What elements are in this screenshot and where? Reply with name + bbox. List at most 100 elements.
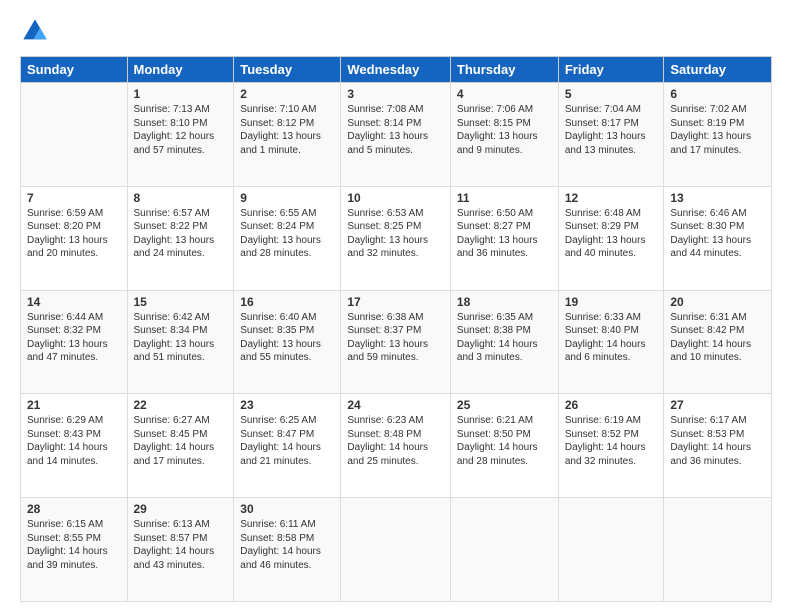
calendar-cell: 10 Sunrise: 6:53 AMSunset: 8:25 PMDayligh… — [341, 186, 451, 290]
calendar-week-row: 28 Sunrise: 6:15 AMSunset: 8:55 PMDayligh… — [21, 498, 772, 602]
calendar-table: SundayMondayTuesdayWednesdayThursdayFrid… — [20, 56, 772, 602]
logo-icon — [20, 16, 50, 46]
date-number: 3 — [347, 87, 444, 101]
calendar-cell: 18 Sunrise: 6:35 AMSunset: 8:38 PMDayligh… — [450, 290, 558, 394]
cell-info: Sunrise: 6:13 AMSunset: 8:57 PMDaylight:… — [134, 518, 228, 572]
date-number: 12 — [565, 191, 658, 205]
calendar-week-row: 7 Sunrise: 6:59 AMSunset: 8:20 PMDaylight… — [21, 186, 772, 290]
cell-info: Sunrise: 7:04 AMSunset: 8:17 PMDaylight:… — [565, 103, 658, 157]
calendar-cell: 11Sunrise: 6:50 AMSunset: 8:27 PMDayligh… — [450, 186, 558, 290]
date-number: 13 — [670, 191, 765, 205]
calendar-week-row: 14Sunrise: 6:44 AMSunset: 8:32 PMDayligh… — [21, 290, 772, 394]
cell-info: Sunrise: 6:46 AMSunset: 8:30 PMDaylight:… — [670, 207, 765, 261]
date-number: 19 — [565, 295, 658, 309]
calendar-cell: 28 Sunrise: 6:15 AMSunset: 8:55 PMDayligh… — [21, 498, 128, 602]
date-number: 2 — [240, 87, 334, 101]
cell-info: Sunrise: 7:10 AMSunset: 8:12 PMDaylight:… — [240, 103, 334, 157]
cell-info: Sunrise: 6:53 AMSunset: 8:25 PMDaylight:… — [347, 207, 444, 261]
date-number: 28 — [27, 502, 121, 516]
day-header: Tuesday — [234, 57, 341, 83]
calendar-cell: 17 Sunrise: 6:38 AMSunset: 8:37 PMDayligh… — [341, 290, 451, 394]
cell-info: Sunrise: 6:19 AMSunset: 8:52 PMDaylight:… — [565, 414, 658, 468]
calendar-header-row: SundayMondayTuesdayWednesdayThursdayFrid… — [21, 57, 772, 83]
day-header: Thursday — [450, 57, 558, 83]
cell-info: Sunrise: 7:13 AMSunset: 8:10 PMDaylight:… — [134, 103, 228, 157]
date-number: 30 — [240, 502, 334, 516]
cell-info: Sunrise: 6:21 AMSunset: 8:50 PMDaylight:… — [457, 414, 552, 468]
calendar-cell: 27 Sunrise: 6:17 AMSunset: 8:53 PMDayligh… — [664, 394, 772, 498]
date-number: 27 — [670, 398, 765, 412]
date-number: 15 — [134, 295, 228, 309]
date-number: 26 — [565, 398, 658, 412]
date-number: 18 — [457, 295, 552, 309]
calendar-cell: 24 Sunrise: 6:23 AMSunset: 8:48 PMDayligh… — [341, 394, 451, 498]
cell-info: Sunrise: 6:17 AMSunset: 8:53 PMDaylight:… — [670, 414, 765, 468]
calendar-cell: 30 Sunrise: 6:11 AMSunset: 8:58 PMDayligh… — [234, 498, 341, 602]
calendar-cell: 1 Sunrise: 7:13 AMSunset: 8:10 PMDaylight… — [127, 83, 234, 187]
cell-info: Sunrise: 6:11 AMSunset: 8:58 PMDaylight:… — [240, 518, 334, 572]
cell-info: Sunrise: 7:06 AMSunset: 8:15 PMDaylight:… — [457, 103, 552, 157]
date-number: 6 — [670, 87, 765, 101]
date-number: 10 — [347, 191, 444, 205]
calendar-cell: 6 Sunrise: 7:02 AMSunset: 8:19 PMDaylight… — [664, 83, 772, 187]
calendar-cell: 22 Sunrise: 6:27 AMSunset: 8:45 PMDayligh… — [127, 394, 234, 498]
header — [20, 16, 772, 46]
cell-info: Sunrise: 6:29 AMSunset: 8:43 PMDaylight:… — [27, 414, 121, 468]
calendar-cell — [341, 498, 451, 602]
cell-info: Sunrise: 6:35 AMSunset: 8:38 PMDaylight:… — [457, 311, 552, 365]
date-number: 20 — [670, 295, 765, 309]
calendar-cell: 3 Sunrise: 7:08 AMSunset: 8:14 PMDaylight… — [341, 83, 451, 187]
calendar-cell — [558, 498, 664, 602]
date-number: 16 — [240, 295, 334, 309]
calendar-cell: 15 Sunrise: 6:42 AMSunset: 8:34 PMDayligh… — [127, 290, 234, 394]
calendar-cell: 19 Sunrise: 6:33 AMSunset: 8:40 PMDayligh… — [558, 290, 664, 394]
date-number: 5 — [565, 87, 658, 101]
calendar-cell: 16 Sunrise: 6:40 AMSunset: 8:35 PMDayligh… — [234, 290, 341, 394]
cell-info: Sunrise: 6:59 AMSunset: 8:20 PMDaylight:… — [27, 207, 121, 261]
cell-info: Sunrise: 6:57 AMSunset: 8:22 PMDaylight:… — [134, 207, 228, 261]
day-header: Friday — [558, 57, 664, 83]
calendar-cell: 29 Sunrise: 6:13 AMSunset: 8:57 PMDayligh… — [127, 498, 234, 602]
cell-info: Sunrise: 6:27 AMSunset: 8:45 PMDaylight:… — [134, 414, 228, 468]
cell-info: Sunrise: 6:38 AMSunset: 8:37 PMDaylight:… — [347, 311, 444, 365]
calendar-cell: 9Sunrise: 6:55 AMSunset: 8:24 PMDaylight… — [234, 186, 341, 290]
cell-info: Sunrise: 7:02 AMSunset: 8:19 PMDaylight:… — [670, 103, 765, 157]
cell-info: Sunrise: 6:40 AMSunset: 8:35 PMDaylight:… — [240, 311, 334, 365]
date-number: 24 — [347, 398, 444, 412]
cell-info: Sunrise: 6:33 AMSunset: 8:40 PMDaylight:… — [565, 311, 658, 365]
calendar-cell: 26 Sunrise: 6:19 AMSunset: 8:52 PMDayligh… — [558, 394, 664, 498]
calendar-week-row: 21 Sunrise: 6:29 AMSunset: 8:43 PMDayligh… — [21, 394, 772, 498]
day-header: Sunday — [21, 57, 128, 83]
calendar-cell — [450, 498, 558, 602]
date-number: 8 — [134, 191, 228, 205]
cell-info: Sunrise: 6:23 AMSunset: 8:48 PMDaylight:… — [347, 414, 444, 468]
calendar-cell: 2 Sunrise: 7:10 AMSunset: 8:12 PMDaylight… — [234, 83, 341, 187]
date-number: 17 — [347, 295, 444, 309]
day-header: Monday — [127, 57, 234, 83]
cell-info: Sunrise: 7:08 AMSunset: 8:14 PMDaylight:… — [347, 103, 444, 157]
calendar-cell: 25Sunrise: 6:21 AMSunset: 8:50 PMDayligh… — [450, 394, 558, 498]
calendar-cell — [21, 83, 128, 187]
calendar-cell: 7 Sunrise: 6:59 AMSunset: 8:20 PMDaylight… — [21, 186, 128, 290]
cell-info: Sunrise: 6:50 AMSunset: 8:27 PMDaylight:… — [457, 207, 552, 261]
cell-info: Sunrise: 6:44 AMSunset: 8:32 PMDaylight:… — [27, 311, 121, 365]
calendar-cell: 23Sunrise: 6:25 AMSunset: 8:47 PMDayligh… — [234, 394, 341, 498]
calendar-cell: 14Sunrise: 6:44 AMSunset: 8:32 PMDayligh… — [21, 290, 128, 394]
calendar-cell: 12 Sunrise: 6:48 AMSunset: 8:29 PMDayligh… — [558, 186, 664, 290]
calendar-cell: 20Sunrise: 6:31 AMSunset: 8:42 PMDayligh… — [664, 290, 772, 394]
cell-info: Sunrise: 6:15 AMSunset: 8:55 PMDaylight:… — [27, 518, 121, 572]
date-number: 4 — [457, 87, 552, 101]
calendar-cell: 21 Sunrise: 6:29 AMSunset: 8:43 PMDayligh… — [21, 394, 128, 498]
calendar-cell: 8 Sunrise: 6:57 AMSunset: 8:22 PMDaylight… — [127, 186, 234, 290]
cell-info: Sunrise: 6:48 AMSunset: 8:29 PMDaylight:… — [565, 207, 658, 261]
date-number: 1 — [134, 87, 228, 101]
date-number: 7 — [27, 191, 121, 205]
cell-info: Sunrise: 6:42 AMSunset: 8:34 PMDaylight:… — [134, 311, 228, 365]
page: SundayMondayTuesdayWednesdayThursdayFrid… — [0, 0, 792, 612]
date-number: 21 — [27, 398, 121, 412]
day-header: Wednesday — [341, 57, 451, 83]
calendar-cell: 4 Sunrise: 7:06 AMSunset: 8:15 PMDaylight… — [450, 83, 558, 187]
date-number: 29 — [134, 502, 228, 516]
date-number: 22 — [134, 398, 228, 412]
cell-info: Sunrise: 6:55 AMSunset: 8:24 PMDaylight:… — [240, 207, 334, 261]
